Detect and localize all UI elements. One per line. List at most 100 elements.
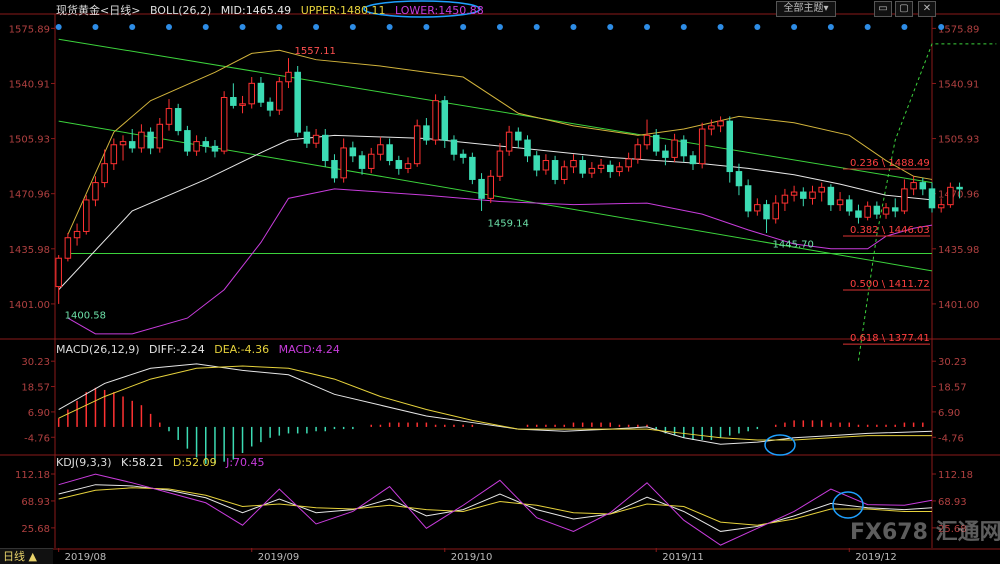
candle-body [450, 139, 458, 155]
fib-level-label: 0.618 \ 1377.41 [850, 333, 930, 344]
candle-body [790, 191, 798, 196]
kdj-tick-label-left: 68.93 [21, 497, 50, 508]
candle-body [478, 178, 485, 199]
maximize-button[interactable]: ▢ [895, 1, 913, 17]
macd-tick-label-right: -4.76 [938, 433, 964, 444]
candle-body [184, 130, 191, 152]
candle-body [505, 131, 513, 152]
candle-body [230, 97, 237, 106]
candle-body [542, 160, 550, 171]
price-tick-label-right: 1505.93 [938, 135, 979, 146]
candle-body [735, 171, 743, 187]
chevron-down-icon: ▾ [823, 3, 829, 14]
indicator-name: BOLL(26,2) [149, 4, 212, 17]
signal-marker [313, 24, 320, 30]
macd-macd-value: MACD:4.24 [278, 343, 340, 356]
kdj-d-line [58, 487, 932, 526]
candle-body [744, 185, 752, 212]
candle-body [836, 199, 844, 206]
x-tick-label: 2019/11 [662, 552, 704, 563]
candle-body [441, 100, 449, 141]
candle-body [340, 147, 347, 179]
candle-body [570, 160, 577, 168]
price-tick-label-left: 1540.91 [9, 79, 50, 90]
price-tick-label-right: 1540.91 [938, 79, 979, 90]
candle-body [138, 131, 145, 149]
highlight-ellipse [764, 434, 796, 456]
fib-level-label: 0.236 \ 1488.49 [850, 158, 930, 169]
macd-tick-label-right: 6.90 [938, 408, 960, 419]
signal-marker [607, 24, 614, 30]
candle-body [276, 81, 283, 111]
candle-body [680, 139, 688, 157]
x-tick-label: 2019/09 [258, 552, 300, 563]
period-label: <日线> [100, 4, 141, 17]
candle-body [763, 204, 770, 220]
candle-body [459, 153, 467, 158]
price-tick-label-left: 1470.96 [9, 190, 50, 201]
candle-body [561, 166, 568, 180]
candle-body [358, 155, 366, 169]
macd-dea-line [58, 365, 932, 441]
signal-marker [717, 24, 724, 30]
candle-body [101, 163, 108, 184]
price-tick-label-right: 1470.96 [938, 190, 979, 201]
candle-body [588, 167, 596, 174]
candle-body [367, 153, 375, 169]
candle-body [147, 131, 154, 149]
boll-lower-value: LOWER:1450.88 [394, 4, 484, 17]
candle-body [928, 188, 936, 209]
candle-body [800, 191, 807, 199]
candle-body [413, 125, 421, 165]
price-tick-label-right: 1575.89 [938, 24, 979, 35]
x-tick-label: 2019/08 [65, 552, 107, 563]
close-button[interactable]: ✕ [918, 1, 936, 17]
candle-body [220, 97, 228, 152]
candle-body [349, 147, 357, 157]
candle-body [772, 202, 779, 220]
candle-body [386, 144, 393, 162]
signal-marker [460, 24, 467, 30]
candle-body [625, 158, 632, 168]
theme-dropdown[interactable]: 全部主题▾ [776, 1, 836, 17]
macd-tick-label-right: 30.23 [938, 357, 967, 368]
signal-marker [938, 24, 945, 30]
close-icon: ✕ [922, 3, 932, 14]
candle-body [717, 120, 724, 127]
macd-diff-value: DIFF:-2.24 [149, 343, 205, 356]
signal-marker [129, 24, 136, 30]
candle-body [303, 131, 311, 144]
candle-body [156, 123, 164, 149]
candle-body [395, 160, 403, 169]
minimize-button[interactable]: ▭ [874, 1, 892, 17]
signal-marker [496, 24, 503, 30]
candle-body [698, 128, 706, 165]
candle-body [818, 186, 825, 193]
watermark-logo: FX678 汇通网 [850, 520, 1000, 545]
macd-tick-label-right: 18.57 [938, 383, 967, 394]
fib-level-label: 0.382 \ 1446.03 [850, 225, 930, 236]
candle-body [937, 204, 945, 209]
candle-body [726, 120, 734, 173]
x-tick-label: 2019/10 [451, 552, 493, 563]
period-tab[interactable]: 日线 ▲ [0, 548, 53, 564]
boll-upper-value: UPPER:1480.11 [300, 4, 386, 17]
signal-marker [92, 24, 99, 30]
instrument-name: 现货黄金 [56, 4, 100, 17]
kdj-tick-label-right: 68.93 [938, 497, 967, 508]
candle-body [864, 205, 871, 218]
candle-body [432, 100, 439, 141]
signal-marker [570, 24, 577, 30]
candle-body [331, 160, 338, 179]
candle-body [257, 82, 265, 103]
macd-pane-header: MACD(26,12,9) DIFF:-2.24 DEA:-4.36 MACD:… [56, 343, 346, 356]
price-tick-label-right: 1401.00 [938, 300, 979, 311]
candle-body [781, 194, 789, 204]
candle-body [469, 156, 476, 180]
macd-tick-label-left: -4.76 [24, 433, 50, 444]
candle-body [487, 175, 495, 199]
chart-canvas: 1575.89 1575.89 1540.91 1540.91 1505.93 1505.… [0, 0, 1000, 563]
signal-marker [864, 24, 871, 30]
candle-body [404, 163, 412, 169]
candle-body [202, 141, 210, 147]
